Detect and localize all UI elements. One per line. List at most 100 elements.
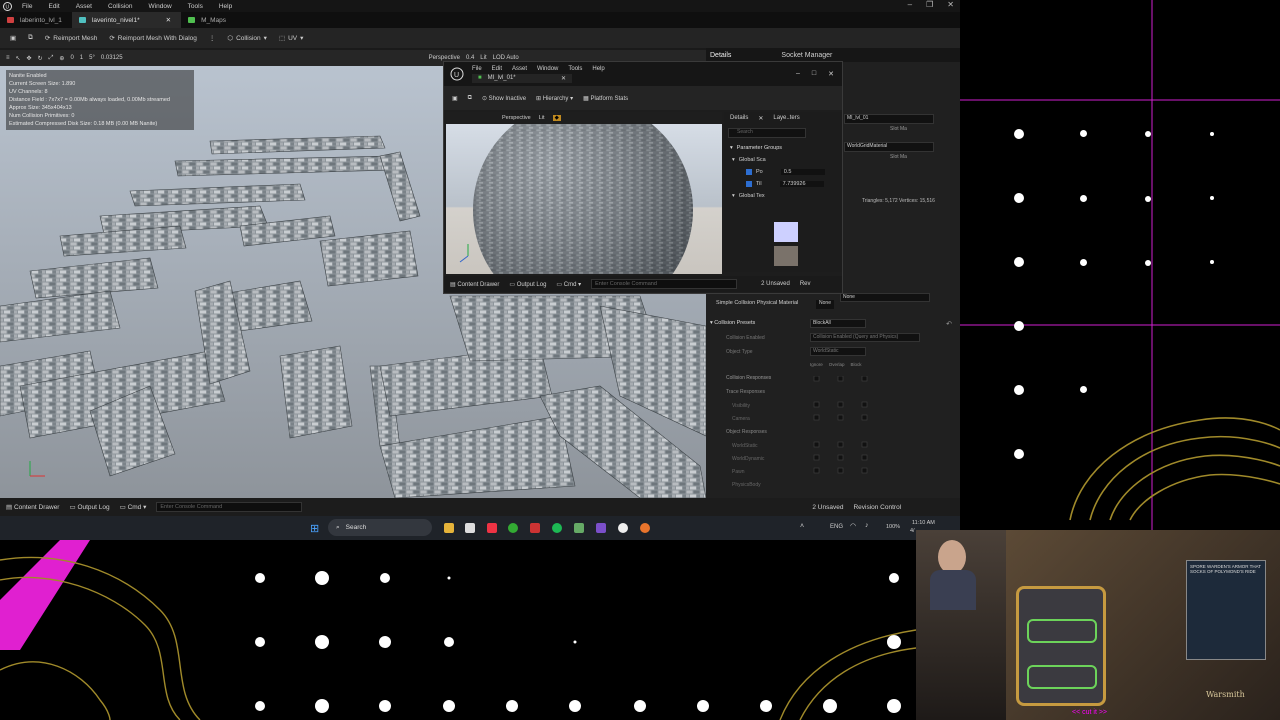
content-drawer-button[interactable]: ▤ Content Drawer — [6, 503, 59, 511]
volume-icon[interactable]: ♪ — [865, 522, 869, 529]
menu-window[interactable]: Window — [141, 3, 180, 10]
minimize-icon[interactable]: – — [796, 70, 800, 78]
mi-perspective-dropdown[interactable]: Perspective — [502, 115, 531, 121]
select-icon[interactable]: ↖ — [16, 55, 21, 62]
console-input[interactable]: Enter Console Command — [156, 502, 303, 512]
reimport-with-dialog-button[interactable]: ⟳ Reimport Mesh With Dialog — [105, 31, 201, 45]
tab-laberinto-lvl-1[interactable]: laberinto_lvl_1 — [0, 12, 72, 28]
menu-file[interactable]: File — [14, 3, 40, 10]
mi-menu-edit[interactable]: Edit — [492, 66, 502, 72]
close-tab-icon[interactable]: ✕ — [561, 75, 566, 82]
menu-asset[interactable]: Asset — [68, 3, 100, 10]
blender-icon[interactable] — [640, 523, 650, 533]
snap-angle[interactable]: 5° — [89, 55, 95, 61]
slot1-field[interactable]: MI_lvl_01 — [844, 114, 934, 124]
app-icon[interactable] — [574, 523, 584, 533]
mi-cmd-dropdown[interactable]: ▭ Cmd ▾ — [556, 281, 581, 288]
mi-menu-help[interactable]: Help — [592, 66, 604, 72]
tab-socket-manager[interactable]: Socket Manager — [781, 52, 832, 59]
app-icon[interactable] — [530, 523, 540, 533]
save-icon[interactable]: ▣ — [6, 31, 20, 45]
mi-menu-file[interactable]: File — [472, 66, 482, 72]
show-inactive-button[interactable]: ⊙ Show Inactive — [482, 95, 526, 102]
menu-edit[interactable]: Edit — [40, 3, 67, 10]
slot2-field[interactable]: WorldGridMaterial — [844, 142, 934, 152]
snap-scale[interactable]: 0.03125 — [101, 55, 123, 61]
windows-start-icon[interactable]: ⊞ — [310, 522, 319, 535]
save-icon[interactable]: ▣ — [452, 95, 458, 102]
global-scalar-group[interactable]: ▾ Global Sca — [724, 154, 842, 166]
close-icon[interactable]: ✕ — [828, 70, 834, 78]
tab-m-maps[interactable]: M_Maps — [181, 12, 236, 28]
cmd-dropdown[interactable]: ▭ Cmd ▾ — [120, 503, 147, 511]
mi-output-log-button[interactable]: ▭ Output Log — [509, 281, 546, 288]
tab-details[interactable]: Details — [710, 52, 731, 59]
brave-icon[interactable] — [487, 523, 497, 533]
chrome-icon[interactable] — [508, 523, 518, 533]
param-groups-header[interactable]: ▾ Parameter Groups — [724, 142, 842, 154]
unreal-taskbar-icon[interactable] — [618, 523, 628, 533]
collision-presets-header[interactable]: ▾ Collision Presets — [710, 320, 755, 326]
mi-revision-button[interactable]: Rev — [800, 281, 811, 287]
taskbar-search[interactable]: ⌕ Search — [328, 519, 432, 536]
more-icon[interactable]: ⋮ — [205, 31, 220, 45]
snap-step[interactable]: 1 — [80, 55, 83, 61]
global-texture-group[interactable]: ▾ Global Tex — [724, 190, 842, 202]
texture-thumb-1[interactable] — [774, 222, 798, 242]
mi-tab[interactable]: ■ MI_lvl_01* ✕ — [472, 73, 572, 83]
close-icon[interactable]: ✕ — [758, 115, 763, 122]
mi-menu-asset[interactable]: Asset — [512, 66, 527, 72]
material-preview[interactable] — [446, 100, 722, 320]
hierarchy-button[interactable]: ⊞ Hierarchy ▾ — [536, 95, 573, 102]
mi-lit-dropdown[interactable]: Lit — [539, 115, 545, 121]
tab-laverinto-nivel1[interactable]: laverinto_nivel1* ✕ — [71, 12, 182, 28]
po-value-field[interactable]: 0.5 — [780, 169, 825, 175]
collision-enabled-dropdown[interactable]: Collision Enabled (Query and Physics) — [810, 333, 920, 342]
spotify-icon[interactable] — [552, 523, 562, 533]
mi-menu-tools[interactable]: Tools — [568, 66, 582, 72]
revision-control-button[interactable]: Revision Control — [853, 504, 901, 511]
restore-icon[interactable]: ❐ — [926, 0, 933, 9]
menu-tools[interactable]: Tools — [180, 3, 211, 10]
visual-studio-icon[interactable] — [596, 523, 606, 533]
close-icon[interactable]: ✕ — [947, 0, 954, 9]
uv-dropdown[interactable]: ⬚ UV ▾ — [275, 31, 307, 45]
mi-realtime-icon[interactable]: ◆ — [552, 115, 561, 121]
reset-icon[interactable]: ↶ — [946, 320, 952, 328]
browse-icon[interactable]: ⧉ — [24, 31, 37, 45]
menu-icon[interactable]: ≡ — [6, 55, 10, 61]
move-icon[interactable]: ✥ — [27, 55, 32, 62]
object-type-dropdown[interactable]: WorldStatic — [810, 347, 866, 356]
language-indicator[interactable]: ENG — [830, 524, 843, 530]
til-value-field[interactable]: 7.739926 — [779, 181, 824, 187]
til-checkbox[interactable] — [746, 181, 752, 187]
mi-search-input[interactable]: Search — [728, 128, 806, 138]
collision-dropdown[interactable]: ⬡ Collision ▾ — [223, 31, 271, 45]
unsaved-indicator[interactable]: 2 Unsaved — [812, 504, 843, 511]
physmat-dropdown[interactable]: None — [840, 293, 930, 302]
scale-icon[interactable]: ⤢ — [49, 55, 54, 62]
wifi-icon[interactable]: ◠ — [850, 522, 856, 530]
file-explorer-icon[interactable] — [444, 523, 454, 533]
none-thumb[interactable]: None — [816, 300, 834, 309]
mi-unsaved-indicator[interactable]: 2 Unsaved — [761, 281, 790, 287]
rotate-icon[interactable]: ↻ — [38, 55, 43, 62]
texture-thumb-2[interactable] — [774, 246, 798, 266]
store-icon[interactable] — [465, 523, 475, 533]
tray-chevron-icon[interactable]: ˄ — [800, 523, 804, 530]
world-icon[interactable]: ⊕ — [59, 55, 64, 62]
snap-grid[interactable]: 0 — [70, 55, 73, 61]
restore-icon[interactable]: □ — [812, 70, 816, 78]
mi-content-drawer-button[interactable]: ▤ Content Drawer — [450, 281, 499, 288]
clock-time[interactable]: 11:10 AM — [912, 520, 935, 526]
mi-tab-details[interactable]: Details — [730, 115, 748, 121]
output-log-button[interactable]: ▭ Output Log — [69, 503, 109, 511]
po-checkbox[interactable] — [746, 169, 752, 175]
menu-help[interactable]: Help — [211, 3, 240, 10]
clock-date[interactable]: 4/ — [910, 528, 915, 534]
browse-icon[interactable]: ⧉ — [468, 95, 472, 102]
mi-tab-layers[interactable]: Laye..ters — [773, 115, 799, 121]
reimport-mesh-button[interactable]: ⟳ Reimport Mesh — [41, 31, 102, 45]
platform-stats-button[interactable]: ▦ Platform Stats — [583, 95, 628, 102]
menu-collision[interactable]: Collision — [100, 3, 141, 10]
